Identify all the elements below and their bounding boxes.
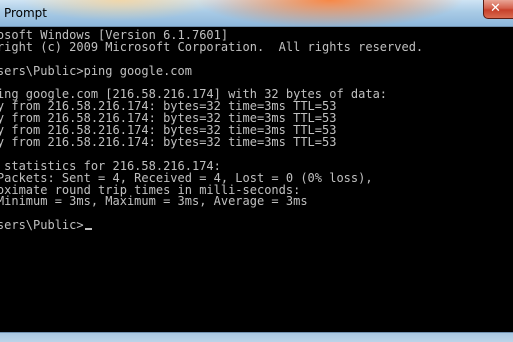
close-icon: ✕ <box>490 1 501 16</box>
console-prompt-line[interactable]: C:\Users\Public> <box>0 218 423 233</box>
console-line-copyright: Copyright (c) 2009 Microsoft Corporation… <box>0 39 424 54</box>
console-output-area[interactable]: Microsoft Windows [Version 6.1.7601]Copy… <box>0 27 513 332</box>
window-bottom-frame <box>0 332 513 342</box>
console-line-ping-command: C:\Users\Public>ping google.com <box>0 63 192 78</box>
console-line-reply: Reply from 216.58.216.174: bytes=32 time… <box>0 135 337 150</box>
window-title: Command Prompt <box>0 6 47 20</box>
close-button[interactable]: ✕ <box>483 0 513 19</box>
console-prompt: C:\Users\Public> <box>0 218 84 233</box>
console-line-rtt-values: Minimum = 3ms, Maximum = 3ms, Average = … <box>0 194 308 209</box>
command-prompt-window: Command Prompt ✕ Microsoft Windows [Vers… <box>0 0 513 342</box>
text-cursor <box>84 228 92 231</box>
title-bar[interactable]: Command Prompt ✕ <box>0 0 513 27</box>
console-text: Microsoft Windows [Version 6.1.7601]Copy… <box>0 29 424 233</box>
